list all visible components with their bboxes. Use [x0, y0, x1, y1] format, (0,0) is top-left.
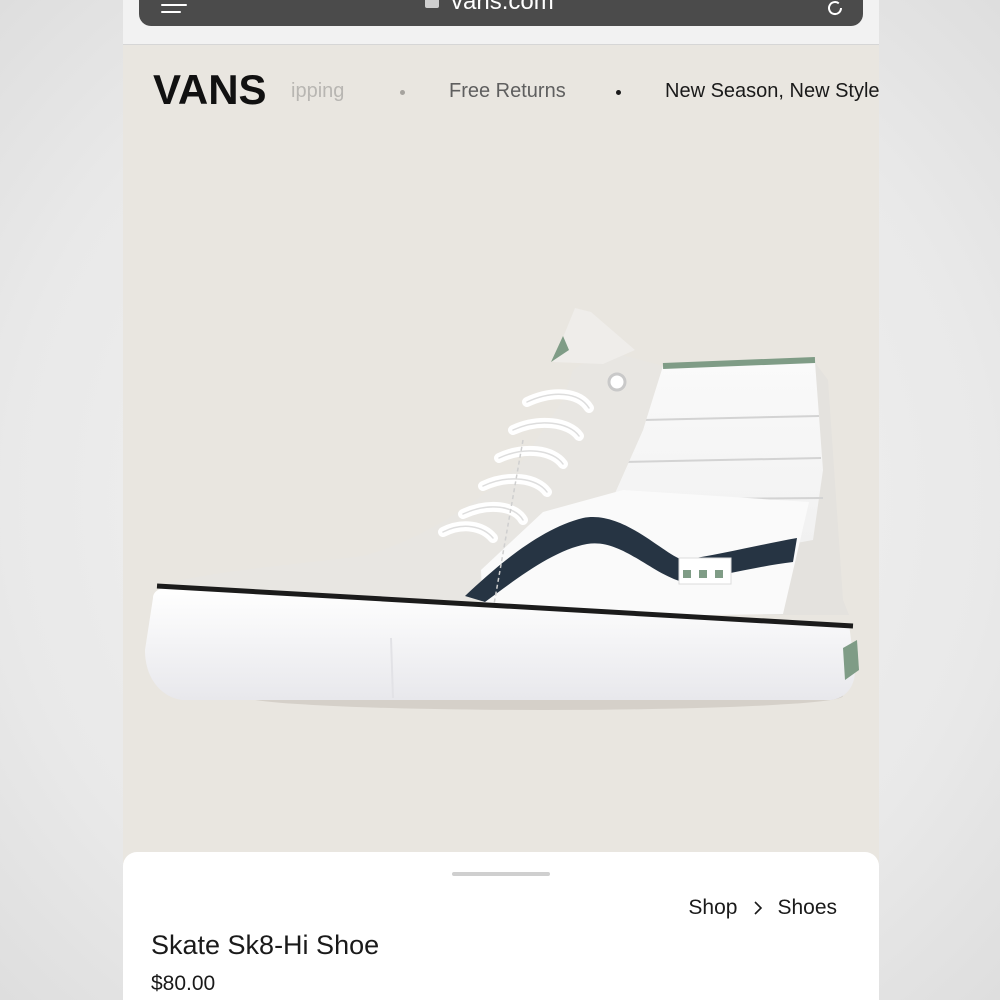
reload-icon[interactable] — [825, 0, 845, 18]
eyelet — [607, 372, 627, 392]
address-bar[interactable]: vans.com — [139, 0, 863, 26]
sheet-drag-handle[interactable] — [452, 872, 550, 876]
url-display[interactable]: vans.com — [425, 0, 554, 14]
lock-icon — [425, 0, 439, 8]
product-image[interactable] — [123, 140, 879, 852]
breadcrumb: Shop Shoes — [688, 896, 837, 920]
product-price: $80.00 — [151, 972, 216, 995]
promo-separator — [400, 90, 405, 95]
breadcrumb-shoes[interactable]: Shoes — [777, 896, 837, 920]
menu-icon[interactable] — [161, 4, 189, 22]
browser-chrome: vans.com — [123, 0, 879, 45]
breadcrumb-shop[interactable]: Shop — [688, 896, 737, 920]
promo-bar: VANS ipping Free Returns New Season, New… — [123, 44, 879, 140]
promo-separator — [616, 90, 621, 95]
product-info-sheet: Shop Shoes Skate Sk8-Hi Shoe $80.00 — [123, 852, 879, 1000]
promo-carousel: ipping Free Returns New Season, New Styl… — [123, 44, 879, 140]
promo-item-free-returns[interactable]: Free Returns — [449, 80, 566, 103]
product-page: vans.com VANS ipping Free Returns New Se… — [123, 0, 879, 1000]
chevron-right-icon — [754, 901, 763, 915]
promo-item-shipping: ipping — [291, 80, 345, 102]
promo-item-new-season[interactable]: New Season, New Style — [665, 80, 879, 103]
product-title: Skate Sk8-Hi Shoe — [151, 930, 380, 960]
url-text: vans.com — [451, 0, 554, 15]
